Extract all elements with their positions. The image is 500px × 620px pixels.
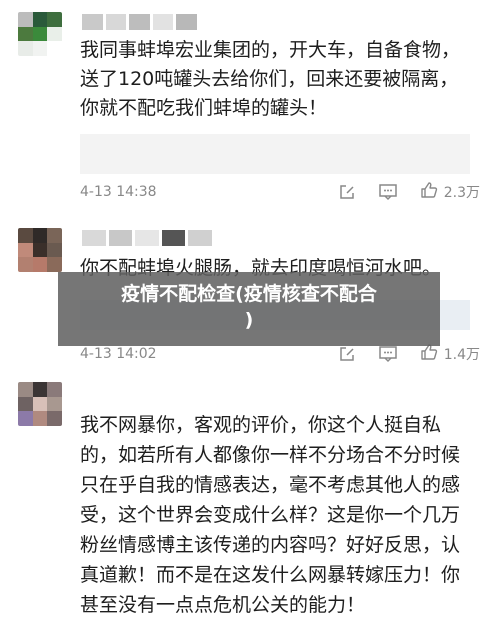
thumbs-up-icon: [420, 343, 438, 365]
comment-meta: 4-13 14:38 2.3万: [80, 181, 480, 203]
edit-icon[interactable]: [338, 345, 356, 363]
like-count: 1.4万: [443, 347, 480, 363]
comment-time: 4-13 14:02: [80, 346, 157, 362]
comment-text: 我不网暴你，客观的评价，你这个人挺自私 的，如若所有人都像你一样不分场合不分时候…: [80, 414, 461, 616]
avatar[interactable]: [18, 382, 62, 426]
comment-icon[interactable]: [378, 345, 398, 363]
thumbs-up-icon: [420, 181, 438, 203]
like-count: 2.3万: [443, 185, 480, 201]
comment-meta: 4-13 14:02 1.4万: [80, 343, 480, 365]
redacted-area: [80, 134, 470, 174]
edit-icon[interactable]: [338, 183, 356, 201]
like-button[interactable]: 2.3万: [420, 181, 480, 203]
comment-time: 4-13 14:38: [80, 184, 157, 200]
username-redacted: [82, 230, 212, 246]
like-button[interactable]: 1.4万: [420, 343, 480, 365]
avatar[interactable]: [18, 228, 62, 272]
comment-icon[interactable]: [378, 183, 398, 201]
avatar[interactable]: [18, 12, 62, 56]
comment-text: 我同事蚌埠宏业集团的，开大车，自备食物， 送了120吨罐头去给你们，回来还要被隔…: [80, 39, 461, 119]
username-redacted: [82, 14, 197, 30]
overlay-banner: 疫情不配检查(疫情核查不配合 ): [58, 272, 440, 346]
banner-text: 疫情不配检查(疫情核查不配合 ): [121, 283, 377, 331]
